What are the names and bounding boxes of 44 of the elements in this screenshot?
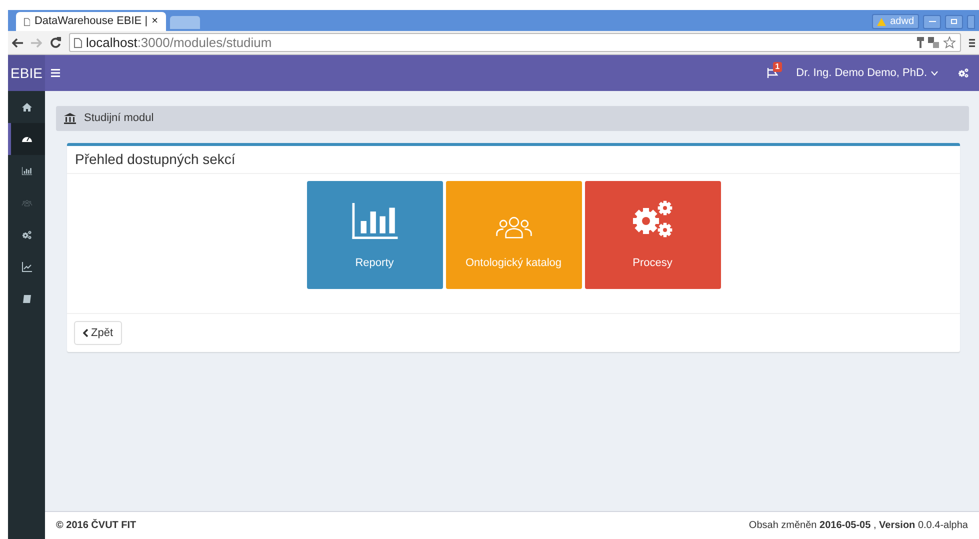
reload-icon[interactable] (50, 37, 61, 48)
menu-icon[interactable] (51, 69, 60, 77)
users-icon (496, 215, 532, 239)
warning-icon (877, 18, 886, 26)
flag-icon[interactable] (767, 68, 778, 78)
bar-chart-icon (352, 203, 398, 239)
url-text: localhost:3000/modules/studium (86, 34, 272, 52)
dashboard-icon (22, 134, 32, 144)
breadcrumb-text: Studijní modul (84, 111, 154, 126)
back-button[interactable]: Zpět (74, 321, 122, 345)
minimize-button[interactable] (923, 14, 941, 28)
address-field[interactable]: localhost:3000/modules/studium (69, 33, 961, 52)
gears-icon (958, 68, 969, 78)
star-icon[interactable] (943, 36, 956, 49)
brand-logo[interactable]: EBIE (8, 55, 45, 91)
section-tile[interactable]: Reporty (306, 181, 442, 289)
user-menu[interactable]: Dr. Ing. Demo Demo, PhD. (796, 64, 938, 82)
panel-title: Přehled dostupných sekcí (75, 150, 236, 169)
chevron-left-icon (83, 329, 88, 337)
tab-title: DataWarehouse EBIE | (34, 14, 148, 30)
bank-icon (64, 113, 76, 124)
back-icon[interactable] (12, 38, 23, 48)
line-chart-icon (22, 262, 32, 272)
page-icon (24, 16, 30, 26)
home-icon (22, 102, 32, 112)
tile-label: Ontologický katalog (466, 256, 562, 271)
chevron-down-icon (931, 70, 938, 76)
gears-icon (22, 230, 32, 240)
bar-chart-icon (22, 166, 32, 176)
tile-label: Reporty (355, 256, 394, 271)
tile-label: Procesy (632, 256, 672, 271)
menu-icon[interactable] (969, 38, 975, 48)
browser-tab[interactable]: DataWarehouse EBIE | × (16, 12, 166, 31)
users-icon (22, 198, 32, 208)
tab-close-button[interactable]: × (152, 13, 158, 30)
sidebar-item[interactable] (8, 123, 45, 155)
copyright-text: © 2016 ČVUT FIT (56, 518, 136, 533)
translate-icon (928, 37, 939, 48)
section-tile[interactable]: Procesy (584, 181, 720, 289)
notification-badge: 1 (773, 62, 782, 72)
version-text: Obsah změněn 2016-05-05 , Version 0.0.4-alpha (748, 519, 968, 533)
restore-button[interactable] (945, 14, 963, 28)
page-icon (74, 38, 82, 48)
book-icon (22, 294, 32, 304)
